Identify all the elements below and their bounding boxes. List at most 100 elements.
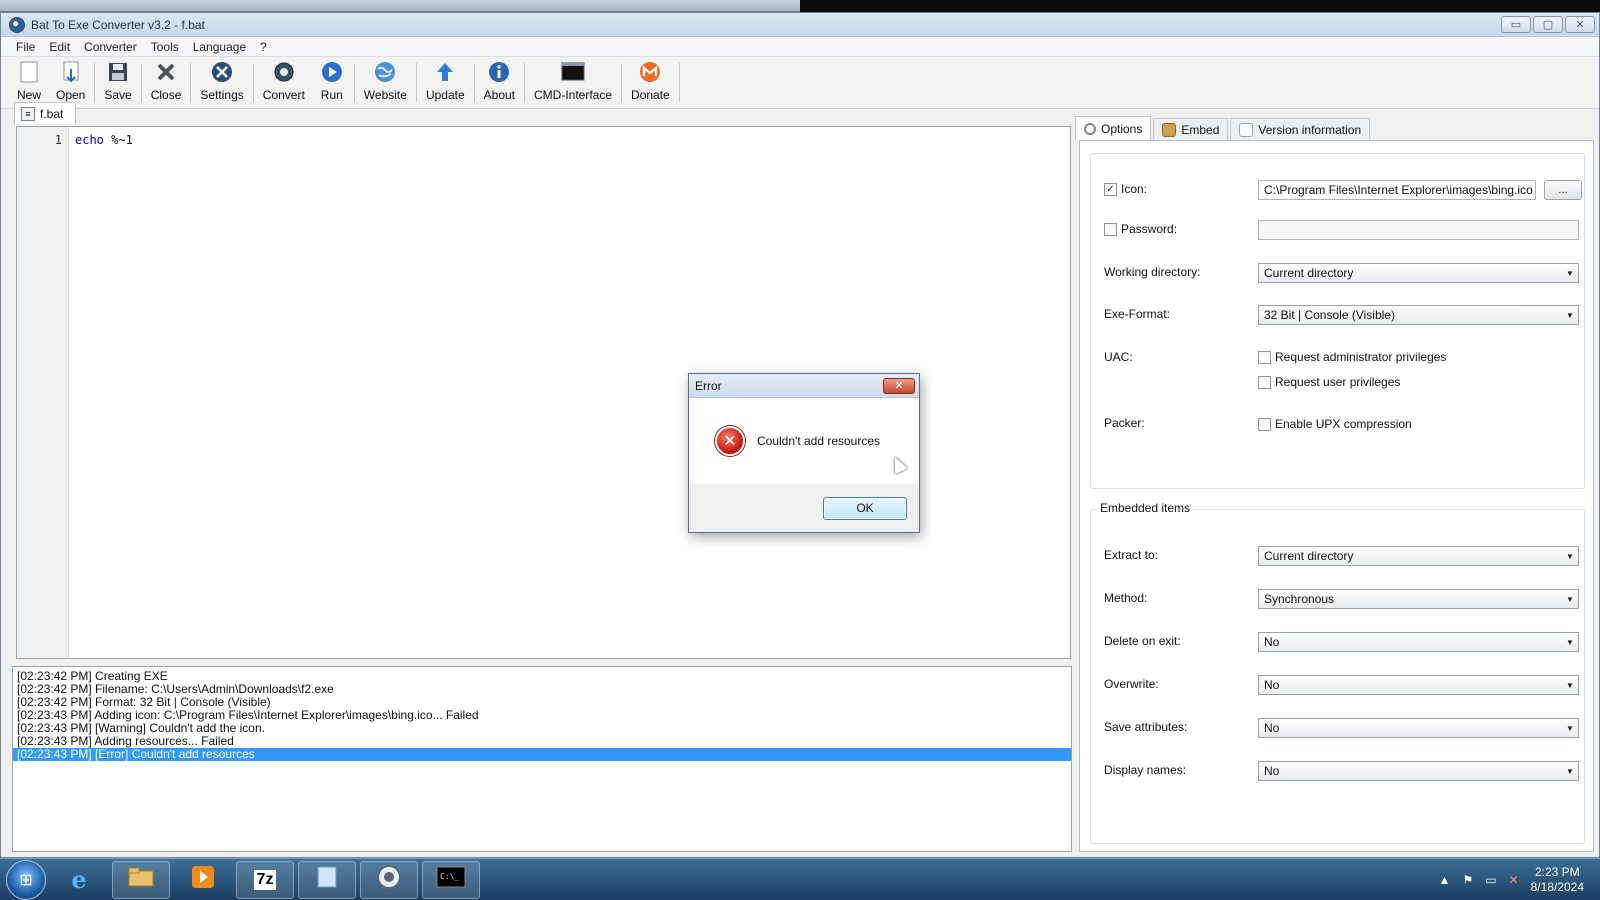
taskbar-7zip[interactable]: 7z bbox=[236, 860, 294, 899]
password-checkbox[interactable] bbox=[1104, 222, 1117, 236]
maximize-button[interactable]: ▢ bbox=[1533, 16, 1563, 33]
taskbar: ⊞ e 7z C:\_ ▲ ⚑ ▭ ✕ 2:23 PM 8/18/2024 bbox=[0, 858, 1600, 900]
browse-icon-button[interactable]: ... bbox=[1544, 180, 1582, 200]
tab-options[interactable]: Options bbox=[1075, 116, 1152, 140]
uac-user-checkbox[interactable] bbox=[1258, 375, 1271, 389]
save-attributes-value: No bbox=[1264, 721, 1280, 735]
convert-button[interactable]: Convert bbox=[256, 57, 312, 108]
info-icon bbox=[486, 60, 512, 84]
ok-button[interactable]: OK bbox=[823, 496, 907, 520]
upx-option[interactable]: Enable UPX compression bbox=[1258, 417, 1412, 431]
toolbar-separator bbox=[678, 63, 680, 102]
start-button[interactable]: ⊞ bbox=[6, 859, 46, 900]
open-button[interactable]: Open bbox=[49, 57, 92, 108]
taskbar-bat-to-exe[interactable] bbox=[360, 860, 418, 899]
upx-label: Enable UPX compression bbox=[1275, 417, 1412, 431]
donate-label: Donate bbox=[631, 88, 670, 102]
window-title: Bat To Exe Converter v3.2 - f.bat bbox=[31, 17, 205, 32]
taskbar-notepad[interactable] bbox=[298, 860, 356, 899]
delete-value: No bbox=[1264, 635, 1280, 649]
chevron-down-icon: ▼ bbox=[1566, 766, 1574, 776]
about-button[interactable]: About bbox=[477, 57, 522, 108]
menu-language[interactable]: Language bbox=[186, 40, 253, 54]
network-icon[interactable]: ▭ bbox=[1485, 873, 1496, 887]
close-window-button[interactable]: ✕ bbox=[1565, 16, 1595, 33]
overwrite-label: Overwrite: bbox=[1104, 677, 1159, 691]
toolbar-separator bbox=[353, 63, 355, 102]
password-option: Password: bbox=[1104, 222, 1177, 236]
floppy-disk-icon bbox=[105, 60, 131, 84]
donate-button[interactable]: Donate bbox=[624, 57, 677, 108]
globe-icon bbox=[372, 60, 398, 84]
taskbar-file-explorer[interactable] bbox=[112, 860, 170, 899]
document-tab-fbat[interactable]: ≡ f.bat bbox=[14, 102, 76, 124]
menu-bar: File Edit Converter Tools Language ? bbox=[1, 37, 1599, 57]
extract-to-dropdown[interactable]: Current directory ▼ bbox=[1258, 546, 1579, 566]
tab-version-information[interactable]: Version information bbox=[1230, 118, 1371, 140]
uac-user-option[interactable]: Request user privileges bbox=[1258, 375, 1400, 389]
method-dropdown[interactable]: Synchronous ▼ bbox=[1258, 589, 1579, 609]
method-value: Synchronous bbox=[1264, 592, 1335, 606]
close-button[interactable]: Close bbox=[144, 57, 189, 108]
settings-icon bbox=[209, 60, 235, 84]
icon-label: Icon: bbox=[1121, 182, 1148, 196]
chevron-down-icon: ▼ bbox=[1566, 551, 1574, 561]
taskbar-internet-explorer[interactable]: e bbox=[50, 861, 108, 899]
delete-on-exit-dropdown[interactable]: No ▼ bbox=[1258, 632, 1579, 652]
menu-converter[interactable]: Converter bbox=[77, 40, 144, 54]
close-x-icon bbox=[153, 60, 179, 84]
uac-admin-option[interactable]: Request administrator privileges bbox=[1258, 350, 1446, 364]
password-field[interactable] bbox=[1258, 220, 1579, 240]
run-button[interactable]: Run bbox=[312, 57, 352, 108]
tray-expand-icon[interactable]: ▲ bbox=[1439, 873, 1451, 887]
code-line[interactable]: echo %~1 bbox=[69, 127, 133, 658]
menu-help[interactable]: ? bbox=[253, 40, 274, 54]
output-log[interactable]: [02:23:42 PM] Creating EXE [02:23:42 PM]… bbox=[12, 666, 1072, 852]
menu-tools[interactable]: Tools bbox=[144, 40, 186, 54]
update-button[interactable]: Update bbox=[419, 57, 472, 108]
update-label: Update bbox=[425, 88, 465, 102]
menu-edit[interactable]: Edit bbox=[42, 40, 77, 54]
exe-format-dropdown[interactable]: 32 Bit | Console (Visible) ▼ bbox=[1258, 305, 1579, 325]
display-names-row: Display names: bbox=[1104, 763, 1186, 777]
cmd-interface-button[interactable]: CMD-Interface bbox=[527, 57, 619, 108]
website-button[interactable]: Website bbox=[357, 57, 414, 108]
overwrite-dropdown[interactable]: No ▼ bbox=[1258, 675, 1579, 695]
dialog-title-bar[interactable]: Error ✕ bbox=[689, 374, 919, 398]
clock[interactable]: 2:23 PM 8/18/2024 bbox=[1531, 865, 1584, 895]
icon-checkbox[interactable]: ✓ bbox=[1104, 182, 1117, 196]
save-attributes-dropdown[interactable]: No ▼ bbox=[1258, 718, 1579, 738]
upx-checkbox[interactable] bbox=[1258, 417, 1271, 431]
error-icon: ✕ bbox=[715, 426, 745, 456]
display-names-dropdown[interactable]: No ▼ bbox=[1258, 761, 1579, 781]
save-button[interactable]: Save bbox=[97, 57, 138, 108]
clock-date: 8/18/2024 bbox=[1530, 879, 1584, 894]
volume-muted-icon[interactable]: ✕ bbox=[1509, 873, 1519, 887]
code-argument: %~1 bbox=[103, 133, 133, 147]
new-button[interactable]: New bbox=[9, 57, 49, 108]
settings-button[interactable]: Settings bbox=[193, 57, 250, 108]
title-bar[interactable]: Bat To Exe Converter v3.2 - f.bat ▭ ▢ ✕ bbox=[1, 13, 1599, 37]
dialog-close-button[interactable]: ✕ bbox=[883, 377, 915, 394]
new-file-icon bbox=[16, 60, 42, 84]
taskbar-media-player[interactable] bbox=[174, 861, 232, 899]
exe-format-row: Exe-Format: bbox=[1104, 307, 1170, 321]
minimize-button[interactable]: ▭ bbox=[1501, 16, 1531, 33]
options-gear-icon bbox=[1084, 122, 1096, 135]
toolbar-separator bbox=[473, 63, 475, 102]
chevron-down-icon: ▼ bbox=[1566, 637, 1574, 647]
website-label: Website bbox=[363, 88, 407, 102]
tab-embed[interactable]: Embed bbox=[1153, 118, 1229, 140]
display-names-value: No bbox=[1264, 764, 1280, 778]
uac-admin-checkbox[interactable] bbox=[1258, 350, 1271, 364]
working-directory-dropdown[interactable]: Current directory ▼ bbox=[1258, 263, 1579, 283]
settings-label: Settings bbox=[200, 88, 244, 102]
embed-box-icon bbox=[1162, 122, 1177, 137]
taskbar-cmd[interactable]: C:\_ bbox=[422, 860, 480, 899]
log-line-selected[interactable]: [02:23:43 PM] [Error] Couldn't add resou… bbox=[13, 748, 1071, 761]
icon-path-field[interactable]: C:\Program Files\Internet Explorer\image… bbox=[1258, 180, 1536, 200]
working-directory-value: Current directory bbox=[1264, 266, 1354, 280]
menu-file[interactable]: File bbox=[9, 40, 42, 54]
uac-label: UAC: bbox=[1104, 350, 1133, 364]
action-center-flag-icon[interactable]: ⚑ bbox=[1462, 873, 1473, 887]
